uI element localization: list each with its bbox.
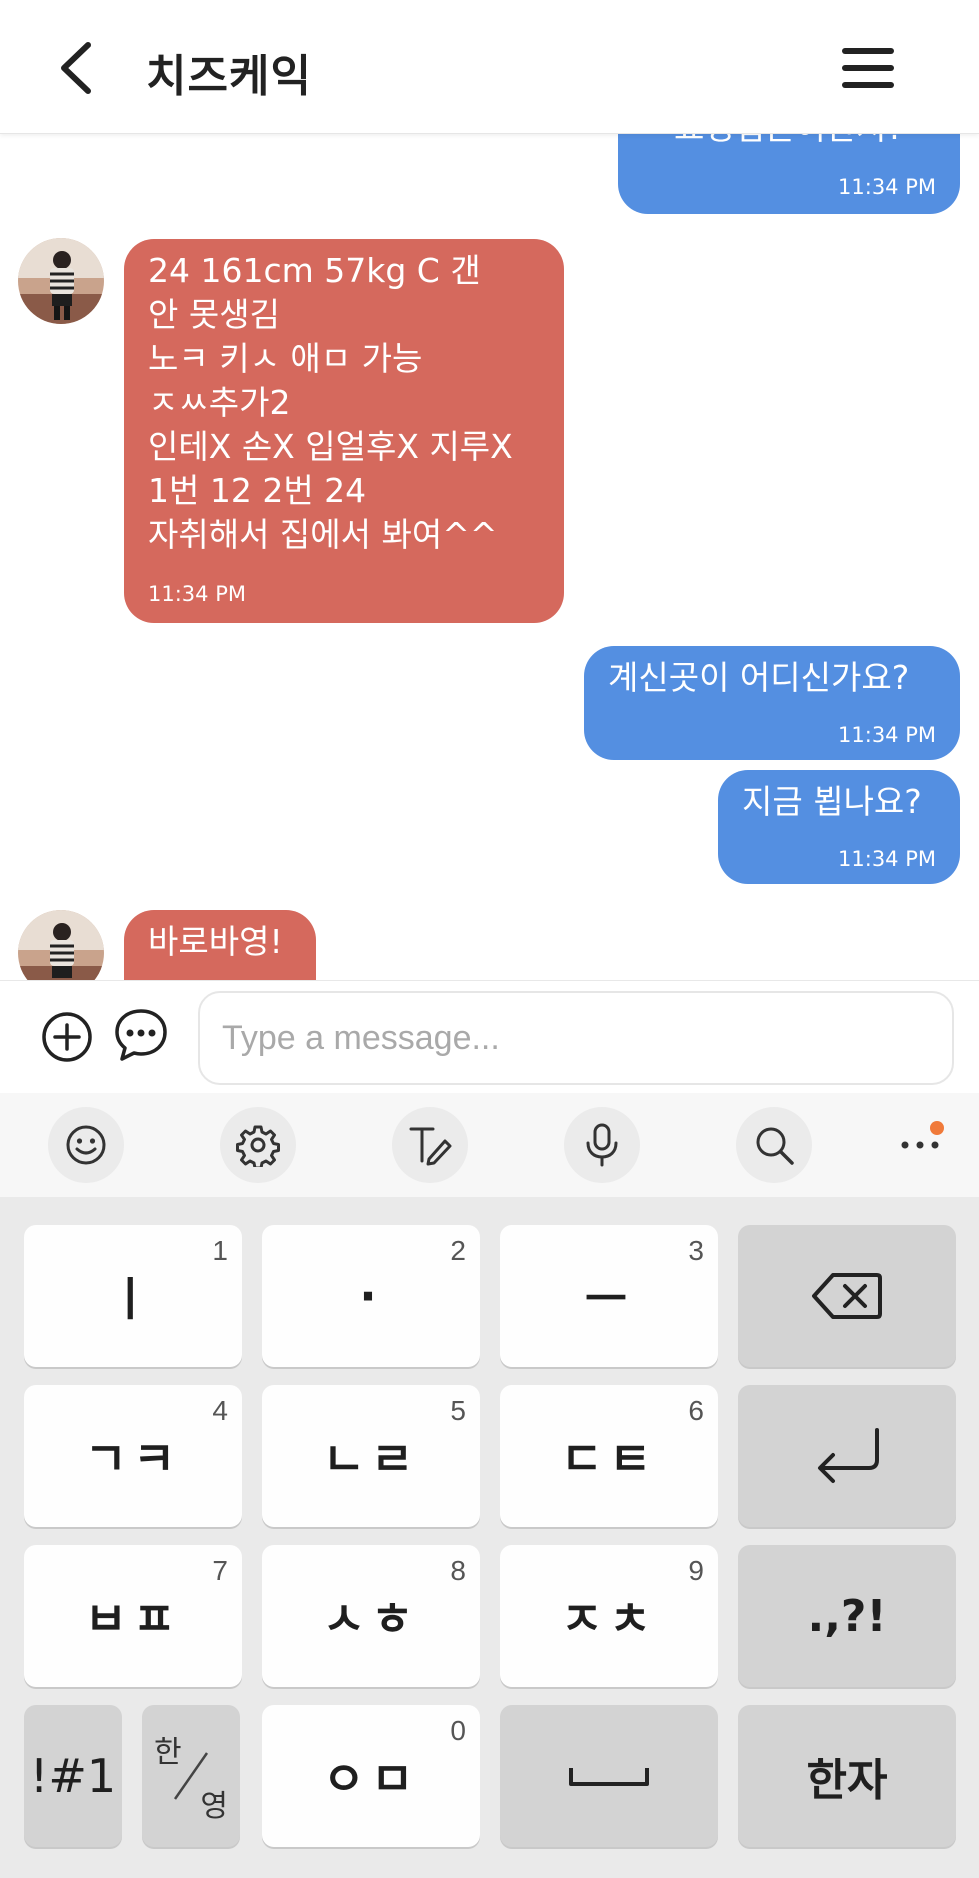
keyboard-toolbar <box>0 1093 979 1197</box>
key-giyeok-kieuk[interactable]: 4 ㄱㅋ <box>24 1385 242 1527</box>
add-attachment-button[interactable] <box>38 1008 96 1066</box>
key-nieun-rieul[interactable]: 5 ㄴㄹ <box>262 1385 480 1527</box>
key-bieup-pieup[interactable]: 7 ㅂㅍ <box>24 1545 242 1687</box>
keyboard-more-button[interactable] <box>882 1107 958 1183</box>
key-ieung-mieum[interactable]: 0 ㅇㅁ <box>262 1705 480 1847</box>
key-eu[interactable]: 3 ㅡ <box>500 1225 718 1367</box>
handwriting-icon <box>409 1127 452 1166</box>
enter-icon <box>818 1428 879 1483</box>
message-text: 24 161cm 57kg C 갠 안 못생김 노ㅋ 키ㅅ 애ㅁ 가능 ㅈㅆ추가… <box>148 251 513 554</box>
search-icon <box>756 1127 794 1165</box>
plus-circle-icon <box>42 1012 92 1062</box>
message-input[interactable]: Type a message... <box>198 991 954 1085</box>
chevron-left-icon <box>61 42 91 94</box>
message-bubble-outgoing[interactable]: 지금 뵙나요? 11:34 PM <box>718 770 960 884</box>
back-button[interactable] <box>48 38 104 98</box>
voice-input-button[interactable] <box>564 1107 640 1183</box>
message-time: 11:34 PM <box>838 723 936 747</box>
hamburger-menu-icon <box>842 48 894 88</box>
mic-icon <box>586 1123 618 1167</box>
message-bubble-outgoing[interactable]: 계신곳이 어디신가요? 11:34 PM <box>584 646 960 760</box>
emoji-icon <box>66 1125 106 1165</box>
symbol-key[interactable]: !#1 <box>24 1705 122 1847</box>
language-switch-key[interactable]: 한 영 <box>142 1705 240 1847</box>
enter-key[interactable] <box>738 1385 956 1527</box>
more-icon <box>901 1141 939 1149</box>
message-time: 11:34 PM <box>838 847 936 871</box>
handwriting-button[interactable] <box>392 1107 468 1183</box>
message-text: 지금 뵙나요? <box>742 782 922 821</box>
keyboard-search-button[interactable] <box>736 1107 812 1183</box>
message-time: 11:34 PM <box>838 175 936 199</box>
menu-button[interactable] <box>838 42 898 94</box>
key-siot-hieut[interactable]: 8 ㅅㅎ <box>262 1545 480 1687</box>
message-composer: Type a message... <box>0 980 979 1093</box>
hanja-key[interactable]: 한자 <box>738 1705 956 1847</box>
quick-reply-button[interactable] <box>112 1006 170 1064</box>
avatar[interactable] <box>18 910 104 980</box>
backspace-key[interactable] <box>738 1225 956 1367</box>
key-i[interactable]: 1 ㅣ <box>24 1225 242 1367</box>
message-text: 바로바영! <box>148 922 283 961</box>
message-input-placeholder: Type a message... <box>222 1018 500 1057</box>
message-list[interactable]: 표정입은어한지? 11:34 PM 24 161cm 57kg C 갠 안 못생… <box>0 134 979 980</box>
backspace-icon <box>812 1273 882 1319</box>
key-digeut-tieut[interactable]: 6 ㄷㅌ <box>500 1385 718 1527</box>
notification-dot <box>930 1121 944 1135</box>
message-text: 표정입은어한지? <box>644 134 934 150</box>
space-icon <box>569 1768 649 1786</box>
key-dot[interactable]: 2 · <box>262 1225 480 1367</box>
emoji-button[interactable] <box>48 1107 124 1183</box>
chat-bubble-dots-icon <box>115 1009 167 1061</box>
cheonjiin-keyboard: 1 ㅣ 2 · 3 ㅡ 4 ㄱㅋ 5 ㄴㄹ 6 ㄷㅌ 7 ㅂㅍ 8 ㅅㅎ 9 ㅈ… <box>0 1197 979 1878</box>
message-bubble-outgoing[interactable]: 표정입은어한지? 11:34 PM <box>618 134 960 214</box>
chat-title: 치즈케익 <box>146 51 312 102</box>
message-text: 계신곳이 어디신가요? <box>608 658 910 697</box>
message-bubble-incoming[interactable]: 바로바영! <box>124 910 316 980</box>
message-bubble-incoming[interactable]: 24 161cm 57kg C 갠 안 못생김 노ㅋ 키ㅅ 애ㅁ 가능 ㅈㅆ추가… <box>124 239 564 623</box>
chat-header: 치즈케익 <box>0 0 979 134</box>
key-jieut-chieut[interactable]: 9 ㅈㅊ <box>500 1545 718 1687</box>
message-time: 11:34 PM <box>148 582 246 606</box>
space-key[interactable] <box>500 1705 718 1847</box>
punctuation-key[interactable]: .,?! <box>738 1545 956 1687</box>
keyboard-settings-button[interactable] <box>220 1107 296 1183</box>
avatar[interactable] <box>18 238 104 324</box>
settings-icon <box>236 1125 280 1167</box>
